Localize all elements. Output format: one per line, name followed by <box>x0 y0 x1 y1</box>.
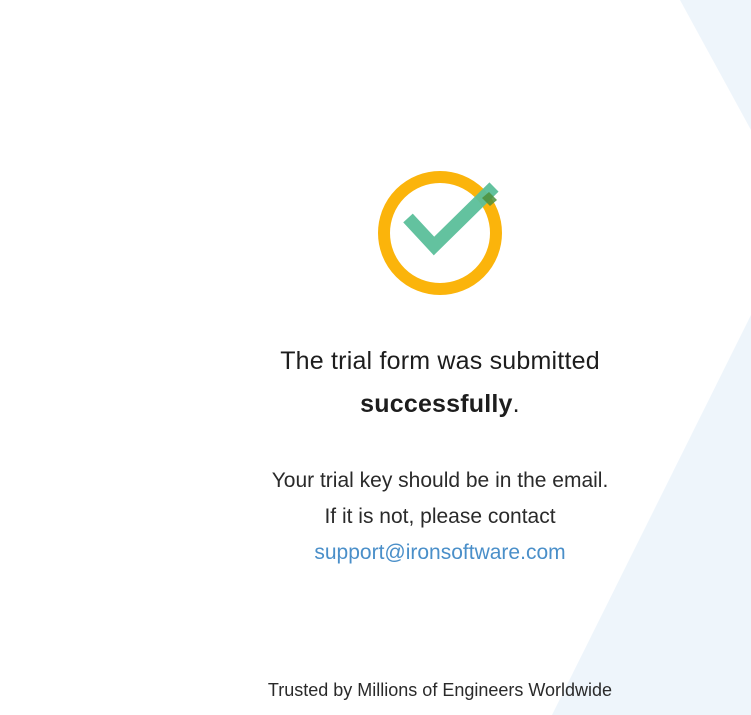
headline-emphasis: successfully <box>360 390 513 418</box>
trial-key-message: Your trial key should be in the email. I… <box>180 463 700 571</box>
success-headline: The trial form was submitted successfull… <box>180 340 700 426</box>
headline-period: . <box>512 390 520 418</box>
support-email-link[interactable]: support@ironsoftware.com <box>314 541 565 564</box>
message-line-2: If it is not, please contact <box>324 505 556 528</box>
headline-line-2: successfully. <box>180 383 700 426</box>
headline-line-1: The trial form was submitted <box>280 347 600 375</box>
success-check-icon <box>378 171 502 295</box>
message-line-3: support@ironsoftware.com <box>180 535 700 571</box>
footer-tagline: Trusted by Millions of Engineers Worldwi… <box>267 680 613 700</box>
message-line-1: Your trial key should be in the email. <box>271 469 609 492</box>
success-page: The trial form was submitted successfull… <box>0 0 751 715</box>
